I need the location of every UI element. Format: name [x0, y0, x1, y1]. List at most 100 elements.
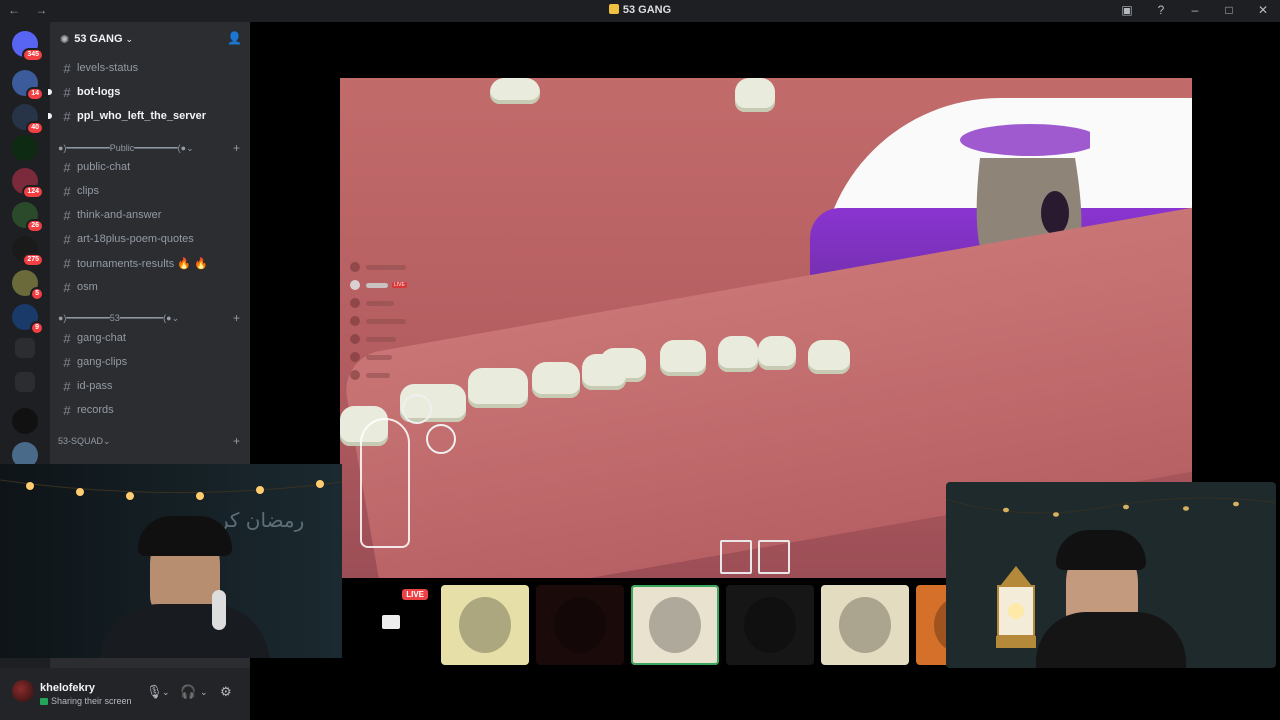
hash-icon: #	[63, 84, 71, 100]
channel-osm[interactable]: # osm	[58, 277, 242, 297]
webcam-left[interactable]: رمضان كريم	[0, 464, 342, 658]
live-badge: LIVE	[402, 589, 428, 600]
guild-53-gang[interactable]	[12, 135, 38, 161]
game-tooth	[532, 362, 580, 398]
hash-icon: #	[63, 60, 71, 76]
channel-art-18plus-poem-quotes[interactable]: # art-18plus-poem-quotes	[58, 229, 242, 249]
minimize-icon[interactable]: –	[1188, 3, 1202, 17]
create-channel-icon[interactable]: +	[233, 311, 240, 325]
mention-badge: 124	[22, 185, 44, 199]
game-tooth	[735, 78, 775, 112]
participant-3[interactable]	[631, 585, 719, 665]
channel-gang-chat[interactable]: # gang-chat	[58, 328, 242, 348]
username: khelofekry	[40, 682, 96, 694]
create-channel-icon[interactable]: +	[233, 434, 240, 448]
screen-share-icon	[40, 698, 48, 705]
channel-records[interactable]: # records	[58, 400, 242, 420]
channel-ppl_who_left_the_server[interactable]: # ppl_who_left_the_server	[48, 106, 242, 126]
game-tooth	[490, 78, 540, 104]
hash-icon: #	[63, 183, 71, 199]
guild-server-kick[interactable]	[12, 408, 38, 434]
channel-levels-status[interactable]: # levels-status	[58, 58, 242, 78]
channel-label: id-pass	[77, 380, 113, 392]
hash-icon: #	[63, 207, 71, 223]
invite-user-icon[interactable]: 👤	[227, 31, 242, 45]
game-player-outline	[360, 418, 410, 548]
channel-label: levels-status	[77, 62, 139, 74]
category-label: ●)━━━━━━━━Public━━━━━━━━(●	[58, 142, 187, 153]
channel-tournaments-results[interactable]: # tournaments-results 🔥 🔥	[58, 253, 242, 273]
hash-icon: #	[63, 402, 71, 418]
screen-share-tile[interactable]: LIVE	[346, 585, 434, 665]
hash-icon: #	[63, 354, 71, 370]
server-header[interactable]: ✺ 53 GANG ⌄ 👤	[50, 22, 250, 56]
channel-label: bot-logs	[77, 86, 121, 98]
mention-badge: 5	[30, 287, 44, 301]
game-hud-slot-2	[758, 540, 790, 574]
chevron-down-icon: ⌄	[103, 435, 111, 446]
create-channel-icon[interactable]: +	[233, 141, 240, 155]
guild-server-7[interactable]: 275	[12, 236, 44, 267]
category-53[interactable]: ●)━━━━━━━━53━━━━━━━━(● ⌄ +	[58, 310, 242, 326]
channel-label: osm	[77, 281, 98, 293]
chevron-down-icon: ⌄	[171, 312, 180, 323]
microphone-prop	[212, 590, 226, 630]
hash-icon: #	[63, 330, 71, 346]
guild-discord-home[interactable]: 345	[12, 31, 44, 62]
settings-gear-icon[interactable]: ⚙	[220, 684, 232, 700]
participant-1[interactable]	[441, 585, 529, 665]
channel-label: gang-clips	[77, 356, 128, 368]
guild-server-8[interactable]: 5	[12, 270, 44, 301]
headphones-icon[interactable]: 🎧	[180, 684, 196, 700]
guild-more[interactable]	[15, 372, 35, 392]
channel-label: art-18plus-poem-quotes	[77, 233, 194, 245]
guild-server-2[interactable]: 14	[12, 70, 44, 101]
channel-gang-clips[interactable]: # gang-clips	[58, 352, 242, 372]
user-status: Sharing their screen	[40, 696, 132, 706]
participant-5[interactable]	[821, 585, 909, 665]
string-lights-icon	[946, 497, 1276, 517]
channel-label: clips	[77, 185, 100, 197]
category-53-squad[interactable]: 53-SQUAD ⌄ +	[58, 433, 242, 449]
participant-strip: LIVE	[346, 585, 1046, 665]
channel-label: ppl_who_left_the_server	[77, 110, 206, 122]
guild-server-9[interactable]: 9	[12, 304, 44, 335]
mention-badge: 9	[30, 321, 44, 335]
avatar	[459, 597, 511, 653]
guild-server-6[interactable]: 26	[12, 202, 44, 233]
channel-clips[interactable]: # clips	[58, 181, 242, 201]
chevron-down-icon: ⌄	[186, 142, 194, 153]
category-public[interactable]: ●)━━━━━━━━Public━━━━━━━━(● ⌄ +	[58, 140, 242, 156]
game-reticle-circle-2	[426, 424, 456, 454]
channel-public-chat[interactable]: # public-chat	[58, 157, 242, 177]
microphone-icon[interactable]: 🎙	[146, 684, 163, 700]
screen-share-icon	[382, 615, 400, 629]
game-tooth	[582, 354, 626, 390]
guild-server-3[interactable]: 40	[12, 104, 44, 135]
channel-id-pass[interactable]: # id-pass	[58, 376, 242, 396]
server-icon	[608, 4, 619, 14]
mic-options-chevron-icon[interactable]: ⌄	[162, 687, 170, 698]
participant-2[interactable]	[536, 585, 624, 665]
hash-icon: #	[63, 279, 71, 295]
webcam-right[interactable]	[946, 482, 1276, 668]
channel-bot-logs[interactable]: # bot-logs	[48, 82, 242, 102]
avatar[interactable]	[12, 680, 34, 702]
channel-think-and-answer[interactable]: # think-and-answer	[58, 205, 242, 225]
guild-server-5[interactable]: 124	[12, 168, 44, 199]
participant-4[interactable]	[726, 585, 814, 665]
inbox-icon[interactable]: ▣	[1120, 3, 1134, 17]
hash-icon: #	[63, 255, 71, 271]
category-label: ●)━━━━━━━━53━━━━━━━━(●	[58, 312, 172, 323]
maximize-icon[interactable]: □	[1222, 3, 1236, 17]
audio-options-chevron-icon[interactable]: ⌄	[200, 687, 208, 698]
mention-badge: 14	[26, 87, 44, 101]
server-badge-icon: ✺	[60, 33, 70, 46]
close-icon[interactable]: ✕	[1256, 3, 1270, 17]
channel-label: think-and-answer	[77, 209, 162, 221]
server-name: 53 GANG	[74, 33, 123, 45]
channel-label: tournaments-results 🔥 🔥	[77, 257, 208, 270]
unread-indicator	[48, 113, 52, 119]
guild-folder[interactable]	[15, 338, 35, 358]
help-icon[interactable]: ?	[1154, 3, 1168, 17]
